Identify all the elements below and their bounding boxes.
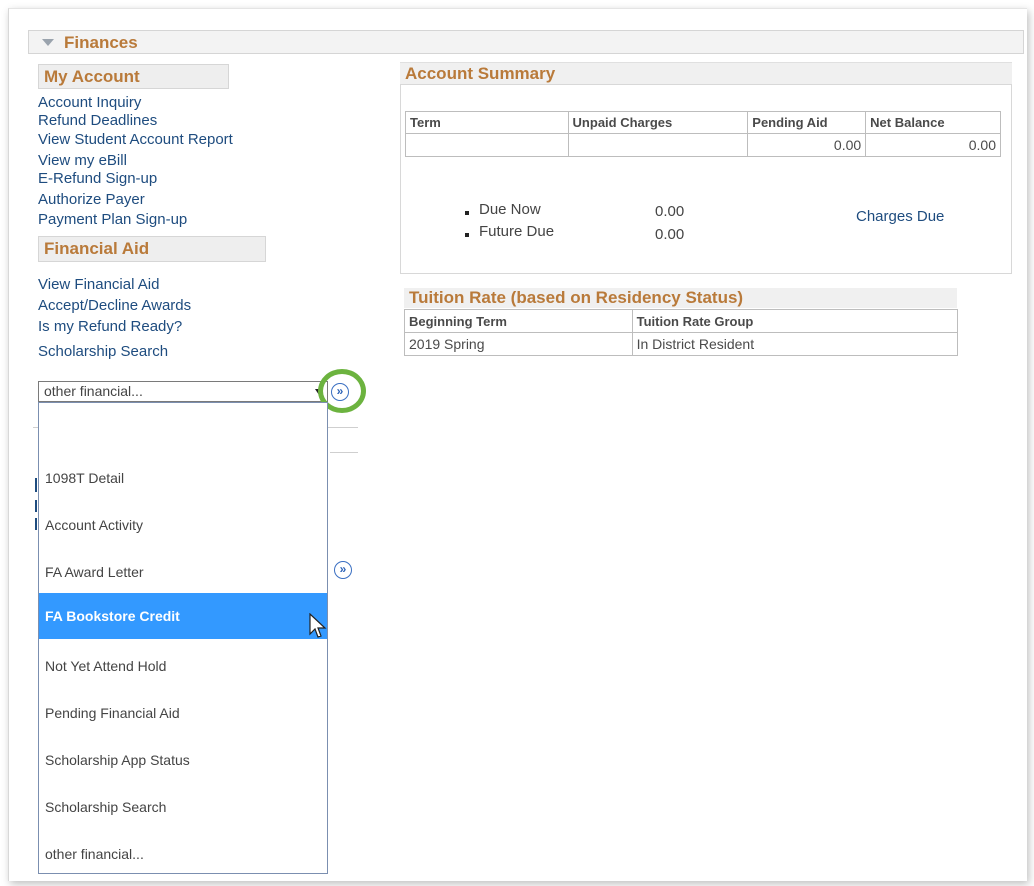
account-summary-header: Account Summary [400, 62, 1012, 84]
due-now-amount: 0.00 [655, 203, 685, 220]
dropdown-option-pending-financial-aid[interactable]: Pending Financial Aid [39, 690, 327, 736]
future-due-label: Future Due [479, 223, 555, 240]
finances-title: Finances [64, 33, 138, 52]
tuition-rate-header: Tuition Rate (based on Residency Status) [404, 288, 957, 308]
authorize-payer-link[interactable]: Authorize Payer [38, 191, 145, 208]
column-term: Term [405, 111, 569, 134]
cell-term [405, 133, 569, 157]
divider [330, 452, 358, 453]
my-account-header: My Account [38, 64, 229, 89]
column-pending-aid: Pending Aid [747, 111, 867, 134]
view-my-ebill-link[interactable]: View my eBill [38, 152, 127, 169]
dropdown-option-account-activity[interactable]: Account Activity [39, 502, 327, 548]
table-header-row: Beginning Term Tuition Rate Group [404, 309, 959, 333]
e-refund-sign-up-link[interactable]: E-Refund Sign-up [38, 170, 157, 187]
column-beginning-term: Beginning Term [404, 309, 633, 333]
dropdown-option-blank[interactable] [39, 403, 327, 441]
charges-due-link[interactable]: Charges Due [856, 208, 944, 225]
dropdown-option-1098t-detail[interactable]: 1098T Detail [39, 455, 327, 501]
account-inquiry-link[interactable]: Account Inquiry [38, 94, 141, 111]
cell-unpaid-charges [567, 133, 749, 157]
other-financial-select[interactable]: other financial... [38, 381, 328, 402]
tuition-rate-table: Beginning Term Tuition Rate Group 2019 S… [404, 309, 959, 356]
payment-plan-sign-up-link[interactable]: Payment Plan Sign-up [38, 211, 187, 228]
select-value: other financial... [44, 383, 143, 399]
dropdown-option-other-financial[interactable]: other financial... [39, 831, 327, 877]
bullet [465, 233, 469, 237]
cell-tuition-rate-group: In District Resident [631, 332, 959, 356]
view-student-account-report-link[interactable]: View Student Account Report [38, 131, 233, 148]
view-financial-aid-link[interactable]: View Financial Aid [38, 276, 159, 293]
column-tuition-rate-group: Tuition Rate Group [631, 309, 959, 333]
cell-beginning-term: 2019 Spring [404, 332, 633, 356]
hidden-link-fragment [35, 518, 37, 530]
future-due-amount: 0.00 [655, 226, 685, 243]
dropdown-option-scholarship-app-status[interactable]: Scholarship App Status [39, 737, 327, 783]
refund-deadlines-link[interactable]: Refund Deadlines [38, 112, 157, 129]
dropdown-option-fa-bookstore-credit[interactable]: FA Bookstore Credit [39, 593, 327, 639]
dropdown-option-not-yet-attend-hold[interactable]: Not Yet Attend Hold [39, 643, 327, 689]
cell-pending-aid: 0.00 [747, 133, 867, 157]
due-now-label: Due Now [479, 201, 541, 218]
column-unpaid-charges: Unpaid Charges [567, 111, 749, 134]
financial-aid-header: Financial Aid [38, 236, 266, 262]
is-my-refund-ready-link[interactable]: Is my Refund Ready? [38, 318, 182, 335]
hidden-link-fragment [35, 478, 37, 492]
accept-decline-awards-link[interactable]: Accept/Decline Awards [38, 297, 191, 314]
table-header-row: Term Unpaid Charges Pending Aid Net Bala… [405, 111, 1001, 134]
bullet [465, 211, 469, 215]
hidden-link-fragment [35, 500, 37, 512]
table-row: 2019 Spring In District Resident [404, 332, 959, 356]
cell-net-balance: 0.00 [865, 133, 1001, 157]
column-net-balance: Net Balance [865, 111, 1001, 134]
dropdown-option-scholarship-search[interactable]: Scholarship Search [39, 784, 327, 830]
scholarship-search-link[interactable]: Scholarship Search [38, 343, 168, 360]
table-row: 0.00 0.00 [405, 133, 1001, 157]
dropdown-list[interactable]: 1098T Detail Account Activity FA Award L… [38, 402, 328, 874]
collapse-triangle-icon[interactable] [42, 39, 54, 46]
go-button-secondary[interactable]: » [334, 561, 352, 579]
account-summary-table: Term Unpaid Charges Pending Aid Net Bala… [405, 111, 1001, 157]
mouse-pointer-icon [309, 613, 327, 638]
finances-section-header[interactable]: Finances [28, 30, 1024, 54]
dropdown-option-fa-award-letter[interactable]: FA Award Letter [39, 549, 327, 595]
